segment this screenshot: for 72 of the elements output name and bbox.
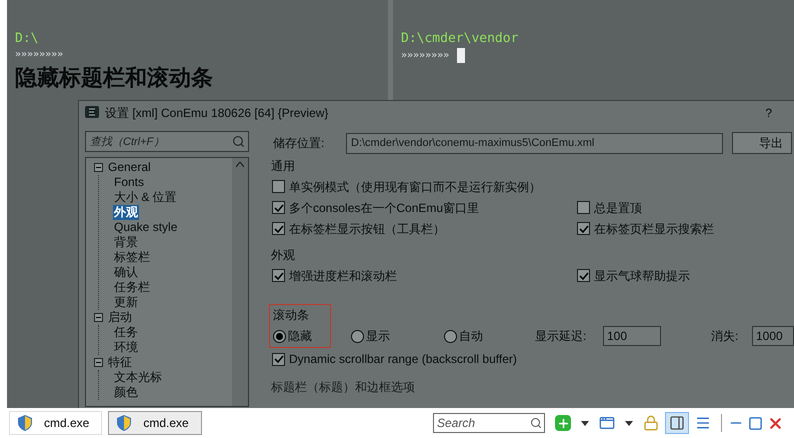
terminal-prompt: »»»»»»»» xyxy=(401,48,450,62)
tree-item[interactable]: Fonts xyxy=(113,175,146,190)
split-view-icon[interactable] xyxy=(665,412,689,434)
tree-item[interactable]: 任务栏 xyxy=(113,280,151,295)
checkbox[interactable] xyxy=(272,222,285,235)
radio-button[interactable] xyxy=(351,330,364,342)
scroll-up-icon[interactable] xyxy=(236,162,244,167)
shield-icon xyxy=(18,415,32,431)
collapse-icon[interactable] xyxy=(94,313,103,322)
tree-item[interactable]: 外观 xyxy=(113,205,139,220)
radio-label: 自动 xyxy=(459,328,483,345)
tree-item[interactable]: 任务 xyxy=(113,325,139,340)
checkbox-label: 多个consoles在一个ConEmu窗口里 xyxy=(289,200,480,216)
tree-item[interactable]: 颜色 xyxy=(113,385,139,400)
tree-item[interactable]: 确认 xyxy=(113,265,139,280)
group-title: 标题栏（标题）和边框选项 xyxy=(270,379,415,396)
checkbox-label: 显示气球帮助提示 xyxy=(594,268,690,284)
scrollbar[interactable] xyxy=(232,158,248,406)
shield-icon xyxy=(117,415,132,431)
collapse-icon[interactable] xyxy=(94,163,103,172)
maximize-icon[interactable] xyxy=(748,416,763,430)
group-title: 通用 xyxy=(270,158,295,175)
tree-item[interactable]: General xyxy=(107,160,152,175)
console-tab[interactable]: cmd.exe xyxy=(9,411,102,435)
tree-item[interactable]: 大小 & 位置 xyxy=(113,190,178,205)
group-title: 外观 xyxy=(270,247,295,264)
terminal-path: D:\cmder\vendor xyxy=(401,31,518,47)
checkbox-label: 增强进度栏和滚动栏 xyxy=(289,268,397,284)
tree-item[interactable]: Quake style xyxy=(113,220,178,235)
tree-item[interactable]: 环境 xyxy=(113,340,139,355)
checkbox[interactable] xyxy=(272,269,285,282)
hide-field[interactable]: 1000 xyxy=(752,326,794,346)
tree-item[interactable]: 更新 xyxy=(113,295,139,310)
page-heading: 隐藏标题栏和滚动条 xyxy=(15,68,213,90)
checkbox[interactable] xyxy=(272,180,285,193)
search-icon xyxy=(232,135,245,148)
checkbox-label: 单实例模式（使用现有窗口而不是运行新实例） xyxy=(289,178,541,196)
checkbox[interactable] xyxy=(577,222,590,235)
tree-item[interactable]: 启动 xyxy=(107,310,133,325)
terminal-prompt: »»»»»»»» xyxy=(15,48,64,62)
tree-item[interactable]: 背景 xyxy=(113,235,139,250)
tree-item[interactable]: 文本光标 xyxy=(113,370,163,385)
search-field[interactable]: Search xyxy=(433,413,545,433)
checkbox-label: Dynamic scrollbar range (backscroll buffer) xyxy=(289,351,517,368)
checkbox-label: 在标签栏显示按钮（工具栏） xyxy=(289,220,445,238)
help-button[interactable]: ? xyxy=(765,104,772,122)
export-button[interactable]: 导出 xyxy=(732,132,792,154)
checkbox[interactable] xyxy=(577,201,590,214)
radio-button[interactable] xyxy=(444,330,457,342)
checkbox-label: 总是置顶 xyxy=(594,200,642,216)
tree-item[interactable]: 标签栏 xyxy=(113,250,151,265)
delay-label: 显示延迟: xyxy=(535,328,588,345)
radio-label: 隐藏 xyxy=(288,328,312,345)
delay-field[interactable]: 100 xyxy=(603,326,661,346)
radio-button[interactable] xyxy=(273,330,286,342)
search-icon xyxy=(530,417,542,429)
group-title: 滚动条 xyxy=(273,307,309,324)
dialog-title: 设置 [xml] ConEmu 180626 [64] {Preview} xyxy=(105,105,328,122)
tree-item[interactable]: 特征 xyxy=(107,355,133,370)
console-tab[interactable]: cmd.exe xyxy=(108,411,202,435)
collapse-icon[interactable] xyxy=(94,358,103,367)
checkbox[interactable] xyxy=(272,201,285,214)
app-icon xyxy=(85,106,99,120)
checkbox-label: 在标签页栏显示搜索栏 xyxy=(594,220,714,238)
checkbox[interactable] xyxy=(577,269,590,282)
checkbox[interactable] xyxy=(272,352,285,366)
hide-label: 消失: xyxy=(711,328,740,345)
storage-label: 储存位置: xyxy=(272,135,326,152)
radio-label: 显示 xyxy=(366,328,390,345)
terminal-path: D:\ xyxy=(15,31,38,47)
search-field[interactable]: 查找（Ctrl+F） xyxy=(85,131,249,152)
storage-path-field[interactable]: D:\cmder\vendor\conemu-maximus5\ConEmu.xml xyxy=(346,132,723,154)
